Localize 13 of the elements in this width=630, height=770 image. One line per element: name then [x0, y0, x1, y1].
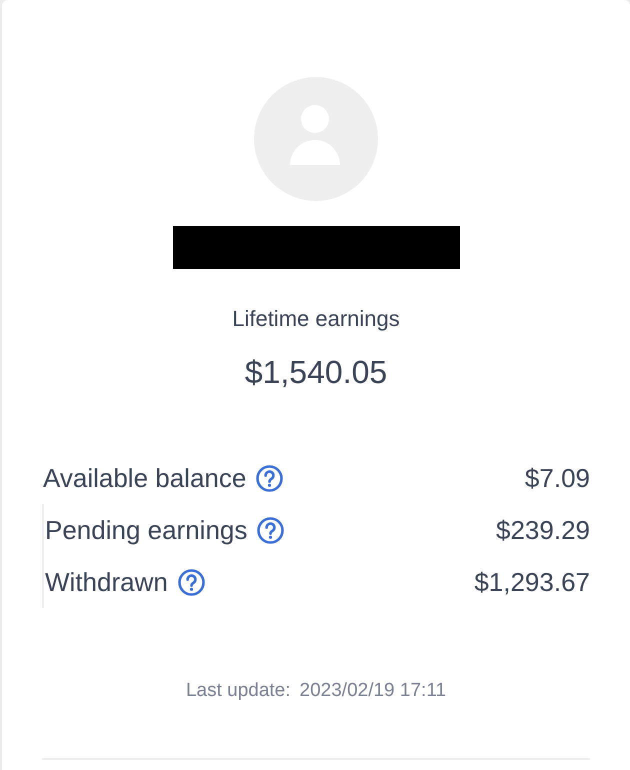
balance-amount: $7.09 — [524, 462, 590, 494]
last-update-label: Last update: — [186, 679, 291, 703]
balance-label: Pending earnings — [45, 514, 248, 546]
lifetime-earnings-label: Lifetime earnings — [232, 305, 400, 333]
help-icon[interactable] — [256, 464, 284, 492]
lifetime-earnings-amount: $1,540.05 — [244, 354, 388, 390]
balance-amount: $1,293.67 — [474, 566, 590, 598]
balance-label: Available balance — [43, 462, 246, 494]
balance-amount: $239.29 — [496, 514, 590, 546]
help-icon[interactable] — [178, 568, 205, 596]
balance-label: Withdrawn — [45, 566, 168, 598]
last-update-timestamp: 2023/02/19 17:11 — [300, 679, 446, 703]
help-icon[interactable] — [257, 516, 284, 544]
